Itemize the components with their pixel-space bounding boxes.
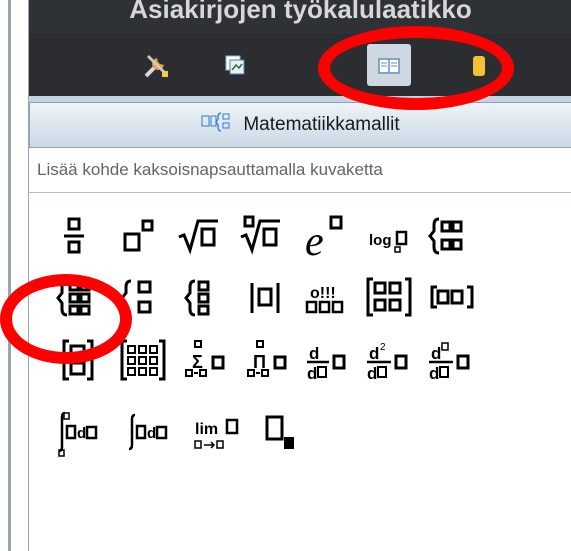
second-derivative-template[interactable]: d2d xyxy=(359,331,421,393)
subscript-template[interactable] xyxy=(251,403,313,465)
indefinite-integral-template[interactable]: d xyxy=(121,403,183,465)
svg-text:d: d xyxy=(309,344,319,363)
system-n-template[interactable] xyxy=(173,269,235,331)
math-templates-header[interactable]: Matematiikkamallit xyxy=(29,102,571,148)
svg-text:Σ: Σ xyxy=(192,352,203,372)
svg-text:d: d xyxy=(367,364,377,383)
math-templates-icon xyxy=(201,111,243,139)
svg-text:d: d xyxy=(147,425,156,442)
page-sorter-button[interactable] xyxy=(214,44,258,86)
insert-hint-text: Lisää kohde kaksoisnapsauttamalla kuvake… xyxy=(29,147,571,193)
piecewise-2-template[interactable] xyxy=(421,207,483,269)
left-document-edge xyxy=(0,0,28,551)
toolbox-title: Asiakirjojen työkalulaatikko xyxy=(29,0,571,34)
fraction-template[interactable] xyxy=(49,207,111,269)
svg-text:2: 2 xyxy=(380,342,386,353)
exponent-template[interactable] xyxy=(111,207,173,269)
svg-text:lim: lim xyxy=(195,421,218,438)
matrix-2x2-template[interactable] xyxy=(359,269,421,331)
first-derivative-template[interactable]: dd xyxy=(297,331,359,393)
svg-text:d: d xyxy=(431,344,441,363)
svg-text:e: e xyxy=(305,219,324,265)
e-exponent-template[interactable]: e xyxy=(297,207,359,269)
svg-text:log: log xyxy=(369,232,392,249)
dms-template[interactable]: o!!! xyxy=(297,269,359,331)
definite-integral-template[interactable]: d xyxy=(49,403,111,465)
svg-text:d: d xyxy=(77,425,86,442)
svg-text:d: d xyxy=(429,364,439,383)
row-vector-template[interactable] xyxy=(421,269,483,331)
highlight-ring-piecewise-template xyxy=(0,274,132,364)
nth-root-template[interactable] xyxy=(235,207,297,269)
svg-text:Π: Π xyxy=(253,352,266,372)
svg-text:d: d xyxy=(307,364,317,383)
svg-text:o!!!: o!!! xyxy=(310,285,336,302)
nth-derivative-template[interactable]: dd xyxy=(421,331,483,393)
limit-template[interactable]: lim xyxy=(187,403,249,465)
math-templates-title: Matematiikkamallit xyxy=(243,114,400,135)
highlight-ring-book-button xyxy=(318,26,514,110)
product-template[interactable]: Π xyxy=(235,331,297,393)
sum-template[interactable]: Σ xyxy=(173,331,235,393)
square-root-template[interactable] xyxy=(173,207,235,269)
tools-button[interactable] xyxy=(134,44,178,86)
svg-text:d: d xyxy=(369,344,379,363)
log-template[interactable]: log xyxy=(359,207,421,269)
absolute-value-template[interactable] xyxy=(235,269,297,331)
